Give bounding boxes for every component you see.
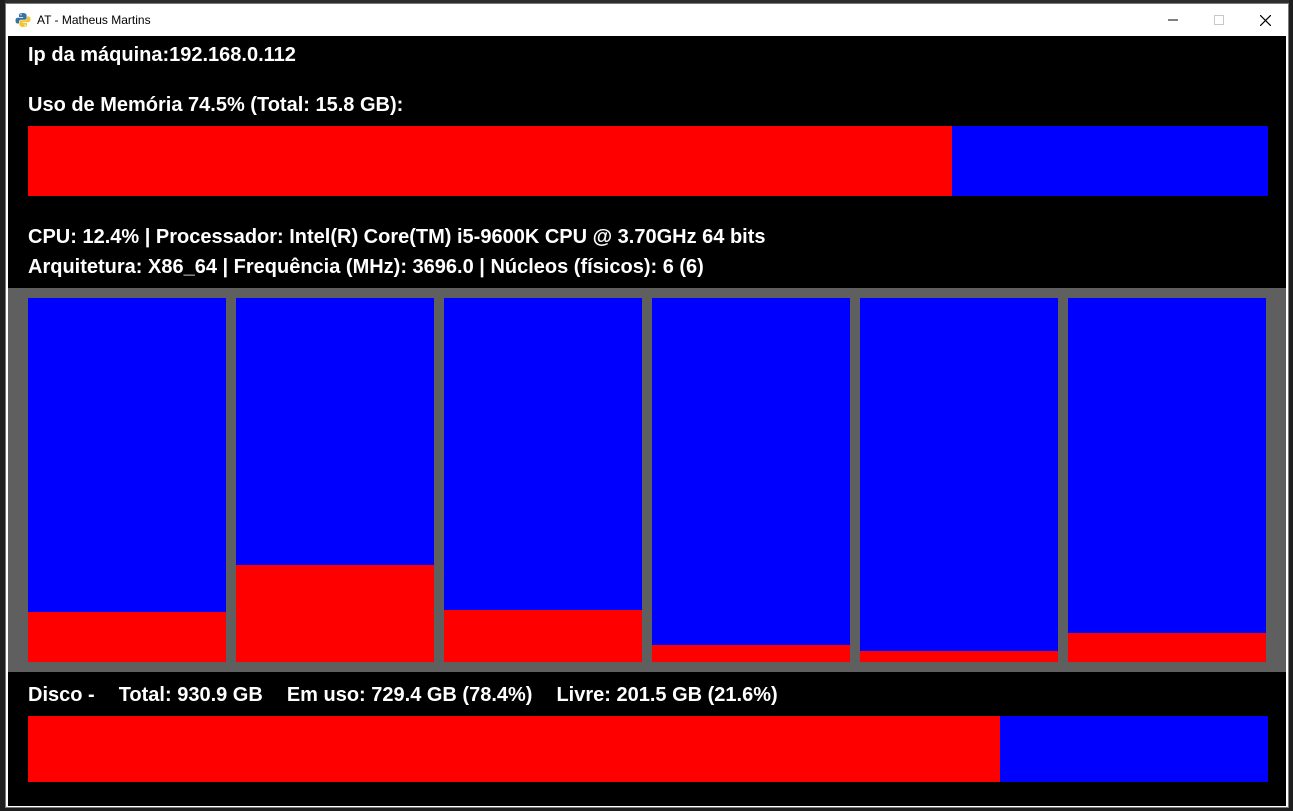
cpu-core-5-bar <box>860 298 1058 662</box>
disk-title: Disco - <box>28 684 95 706</box>
python-icon <box>15 13 31 27</box>
disk-used-fill <box>28 716 1001 782</box>
cpu-cores-panel <box>8 288 1286 672</box>
cpu-core-4-bar <box>652 298 850 662</box>
minimize-icon <box>1168 19 1178 21</box>
cpu-core-4-used-fill <box>652 644 850 662</box>
app-window: AT - Matheus Martins Ip da máquina:192.1… <box>5 3 1289 808</box>
cpu-core-3-bar <box>444 298 642 662</box>
disk-used: Em uso: 729.4 GB (78.4%) <box>286 684 533 706</box>
cpu-core-3-used-fill <box>444 609 642 662</box>
maximize-button[interactable] <box>1196 4 1242 36</box>
memory-label: Uso de Memória 74.5% (Total: 15.8 GB): <box>28 94 404 116</box>
ip-label: Ip da máquina:192.168.0.112 <box>28 44 296 66</box>
title-bar[interactable]: AT - Matheus Martins <box>6 4 1288 36</box>
cpu-core-1-bar <box>28 298 226 662</box>
memory-bar <box>28 126 1268 196</box>
cpu-core-5-used-fill <box>860 650 1058 662</box>
close-icon <box>1259 14 1271 26</box>
minimize-button[interactable] <box>1150 4 1196 36</box>
cpu-core-2-bar <box>236 298 434 662</box>
cpu-core-1-used-fill <box>28 612 226 662</box>
cpu-core-6-bar <box>1068 298 1266 662</box>
close-button[interactable] <box>1242 4 1288 36</box>
cpu-info-line1: CPU: 12.4% | Processador: Intel(R) Core(… <box>28 226 766 248</box>
disk-label: Disco - Total: 930.9 GB Em uso: 729.4 GB (… <box>28 684 778 707</box>
disk-bar <box>28 716 1268 782</box>
disk-free: Livre: 201.5 GB (21.6%) <box>556 684 778 706</box>
memory-used-fill <box>28 126 952 196</box>
cpu-core-6-used-fill <box>1068 633 1266 662</box>
maximize-icon <box>1214 15 1224 25</box>
disk-total: Total: 930.9 GB <box>118 684 263 706</box>
cpu-core-2-used-fill <box>236 564 434 662</box>
window-title: AT - Matheus Martins <box>37 13 151 27</box>
background-editor-right <box>1289 0 1293 811</box>
monitor-canvas: Ip da máquina:192.168.0.112 Uso de Memór… <box>8 36 1286 806</box>
cpu-info-line2: Arquitetura: X86_64 | Frequência (MHz): … <box>28 256 704 278</box>
